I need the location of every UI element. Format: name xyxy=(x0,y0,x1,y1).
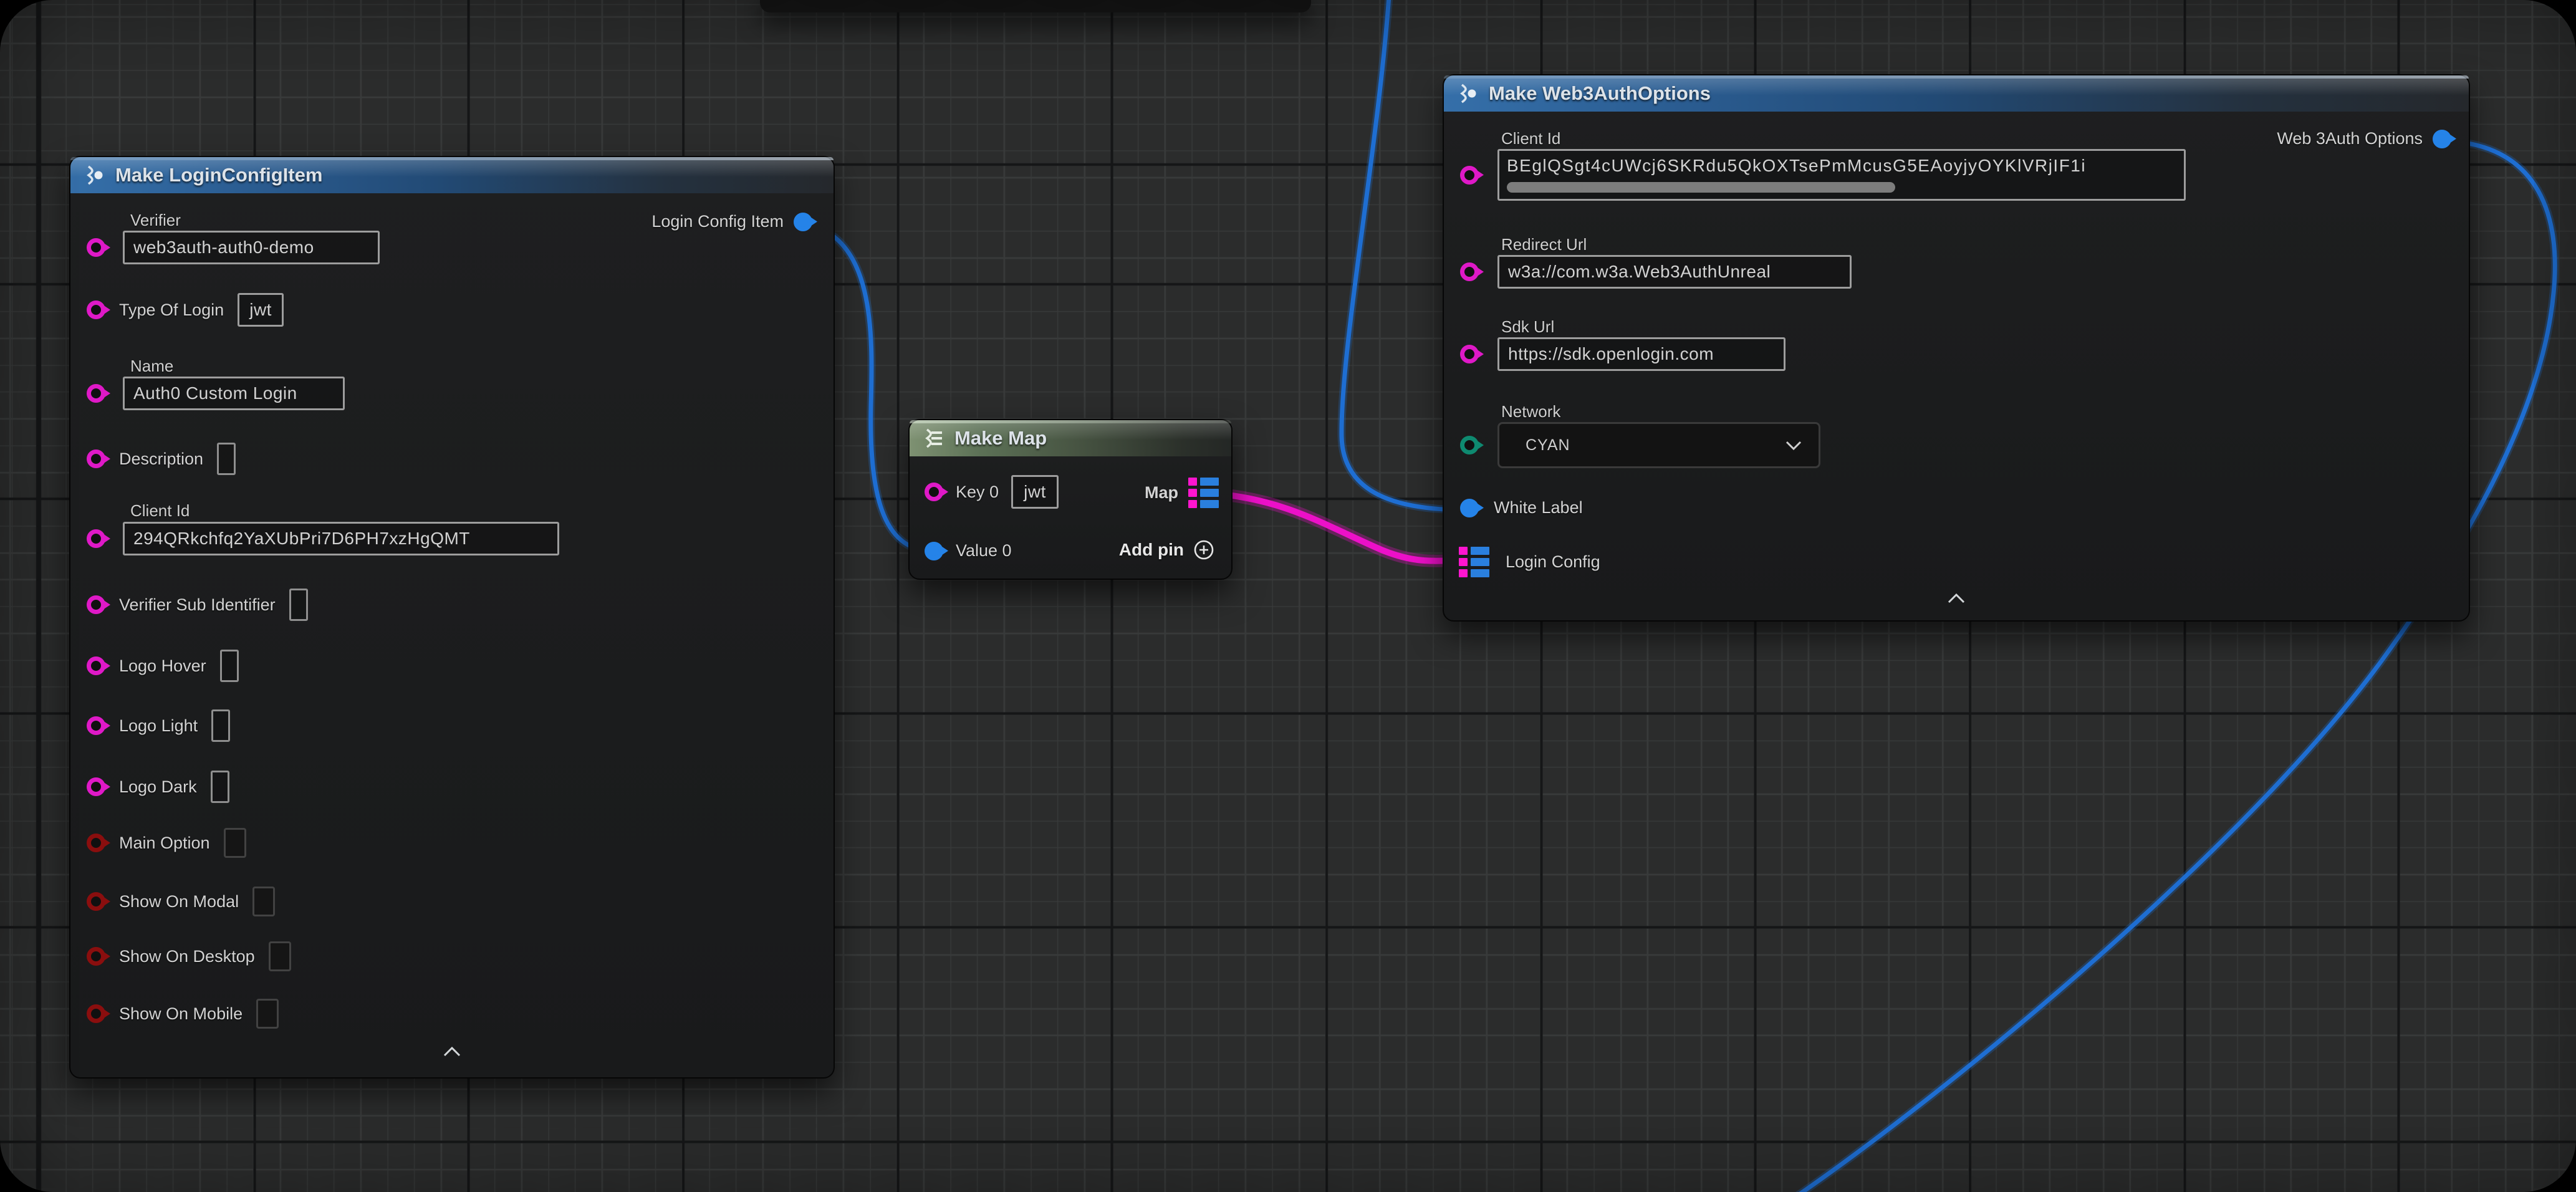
network-pin[interactable] xyxy=(1460,436,1479,454)
web3auth-options-output-pin[interactable] xyxy=(2433,130,2451,148)
client-id-field[interactable]: BEglQSgt4cUWcj6SKRdu5QkOXTsePmMcusG5EAoy… xyxy=(1497,149,2186,201)
key-0-field[interactable]: jwt xyxy=(1011,475,1059,509)
logo-dark-label: Logo Dark xyxy=(119,777,197,797)
node-header[interactable]: Make Map xyxy=(910,420,1231,456)
login-config-item-output-pin[interactable] xyxy=(794,213,812,231)
type-of-login-pin[interactable] xyxy=(87,300,105,319)
field-scrollbar[interactable] xyxy=(1507,182,1895,193)
key-0-label: Key 0 xyxy=(956,483,999,502)
sdk-url-label: Sdk Url xyxy=(1501,317,1554,337)
network-selected-value: CYAN xyxy=(1526,436,1570,454)
add-pin-label: Add pin xyxy=(1119,540,1184,560)
client-id-label: Client Id xyxy=(130,501,190,521)
description-label: Description xyxy=(119,449,203,469)
login-config-label: Login Config xyxy=(1506,552,1600,572)
node-header[interactable]: Make Web3AuthOptions xyxy=(1444,75,2469,112)
node-make-map[interactable]: Make Map Key 0 jwt Map Value 0 Add pin xyxy=(908,419,1233,580)
offscreen-node-bottom-edge xyxy=(760,0,1311,12)
key-0-pin[interactable] xyxy=(925,483,943,501)
output-pin-label: Login Config Item xyxy=(651,212,784,231)
name-pin[interactable] xyxy=(87,384,105,403)
show-on-modal-pin[interactable] xyxy=(87,892,105,911)
show-on-desktop-checkbox[interactable] xyxy=(269,941,291,971)
login-config-pin[interactable] xyxy=(1459,547,1489,577)
white-label-pin[interactable] xyxy=(1460,499,1479,517)
node-make-login-config-item[interactable]: Make LoginConfigItem Login Config Item V… xyxy=(69,156,835,1079)
redirect-url-label: Redirect Url xyxy=(1501,235,1587,254)
verifier-sub-identifier-field[interactable] xyxy=(289,589,308,621)
blueprint-graph-canvas[interactable]: Make LoginConfigItem Login Config Item V… xyxy=(0,0,2576,1192)
network-dropdown[interactable]: CYAN xyxy=(1497,422,1820,468)
white-label-label: White Label xyxy=(1494,498,1583,517)
show-on-modal-checkbox[interactable] xyxy=(252,887,275,916)
logo-dark-pin[interactable] xyxy=(87,777,105,796)
verifier-label: Verifier xyxy=(130,211,181,230)
client-id-field[interactable]: 294QRkchfq2YaXUbPri7D6PH7xzHgQMT xyxy=(123,522,559,555)
show-on-mobile-checkbox[interactable] xyxy=(256,999,279,1029)
collapse-node-button[interactable] xyxy=(443,1046,461,1060)
verifier-field[interactable]: web3auth-auth0-demo xyxy=(123,231,380,264)
node-make-web3auth-options[interactable]: Make Web3AuthOptions Web 3Auth Options C… xyxy=(1443,74,2470,622)
logo-light-label: Logo Light xyxy=(119,716,198,736)
node-title: Make Web3AuthOptions xyxy=(1489,82,1711,105)
description-field[interactable] xyxy=(217,443,236,475)
logo-light-pin[interactable] xyxy=(87,716,105,735)
add-pin-button[interactable]: Add pin xyxy=(1119,539,1215,561)
verifier-sub-identifier-label: Verifier Sub Identifier xyxy=(119,595,276,615)
node-title: Make Map xyxy=(954,427,1047,449)
map-output-label: Map xyxy=(1145,483,1178,502)
make-struct-icon xyxy=(1456,82,1479,105)
make-struct-icon xyxy=(83,164,105,186)
verifier-sub-identifier-pin[interactable] xyxy=(87,595,105,614)
show-on-desktop-pin[interactable] xyxy=(87,947,105,966)
chevron-down-icon xyxy=(1785,440,1802,451)
client-id-pin[interactable] xyxy=(1460,166,1479,185)
collapse-node-button[interactable] xyxy=(1947,593,1966,607)
name-label: Name xyxy=(130,357,173,376)
value-0-label: Value 0 xyxy=(956,541,1012,560)
show-on-mobile-label: Show On Mobile xyxy=(119,1004,243,1024)
type-of-login-label: Type Of Login xyxy=(119,300,224,320)
show-on-mobile-pin[interactable] xyxy=(87,1004,105,1023)
client-id-pin[interactable] xyxy=(87,529,105,548)
main-option-pin[interactable] xyxy=(87,834,105,852)
node-header[interactable]: Make LoginConfigItem xyxy=(70,157,834,193)
type-of-login-field[interactable]: jwt xyxy=(238,293,284,327)
plus-circle-icon xyxy=(1193,539,1215,561)
logo-hover-field[interactable] xyxy=(220,650,239,682)
description-pin[interactable] xyxy=(87,449,105,468)
sdk-url-field[interactable]: https://sdk.openlogin.com xyxy=(1497,337,1785,371)
chevron-up-icon xyxy=(1947,593,1966,604)
logo-dark-field[interactable] xyxy=(211,771,229,803)
client-id-label: Client Id xyxy=(1501,129,1560,148)
main-option-checkbox[interactable] xyxy=(224,828,246,858)
wire-map-to-login-config xyxy=(1216,494,1463,561)
chevron-up-icon xyxy=(443,1046,461,1057)
map-output-pin[interactable] xyxy=(1188,478,1219,508)
redirect-url-pin[interactable] xyxy=(1460,262,1479,281)
make-map-icon xyxy=(922,427,944,449)
verifier-pin[interactable] xyxy=(87,238,105,257)
redirect-url-field[interactable]: w3a://com.w3a.Web3AuthUnreal xyxy=(1497,255,1852,289)
show-on-modal-label: Show On Modal xyxy=(119,892,239,911)
sdk-url-pin[interactable] xyxy=(1460,345,1479,363)
network-label: Network xyxy=(1501,402,1560,421)
logo-hover-label: Logo Hover xyxy=(119,656,206,676)
show-on-desktop-label: Show On Desktop xyxy=(119,947,255,966)
name-field[interactable]: Auth0 Custom Login xyxy=(123,377,345,410)
logo-hover-pin[interactable] xyxy=(87,656,105,675)
node-title: Make LoginConfigItem xyxy=(115,164,322,186)
logo-light-field[interactable] xyxy=(211,709,230,742)
main-option-label: Main Option xyxy=(119,834,210,853)
value-0-pin[interactable] xyxy=(925,542,943,560)
output-pin-label: Web 3Auth Options xyxy=(2277,129,2423,148)
